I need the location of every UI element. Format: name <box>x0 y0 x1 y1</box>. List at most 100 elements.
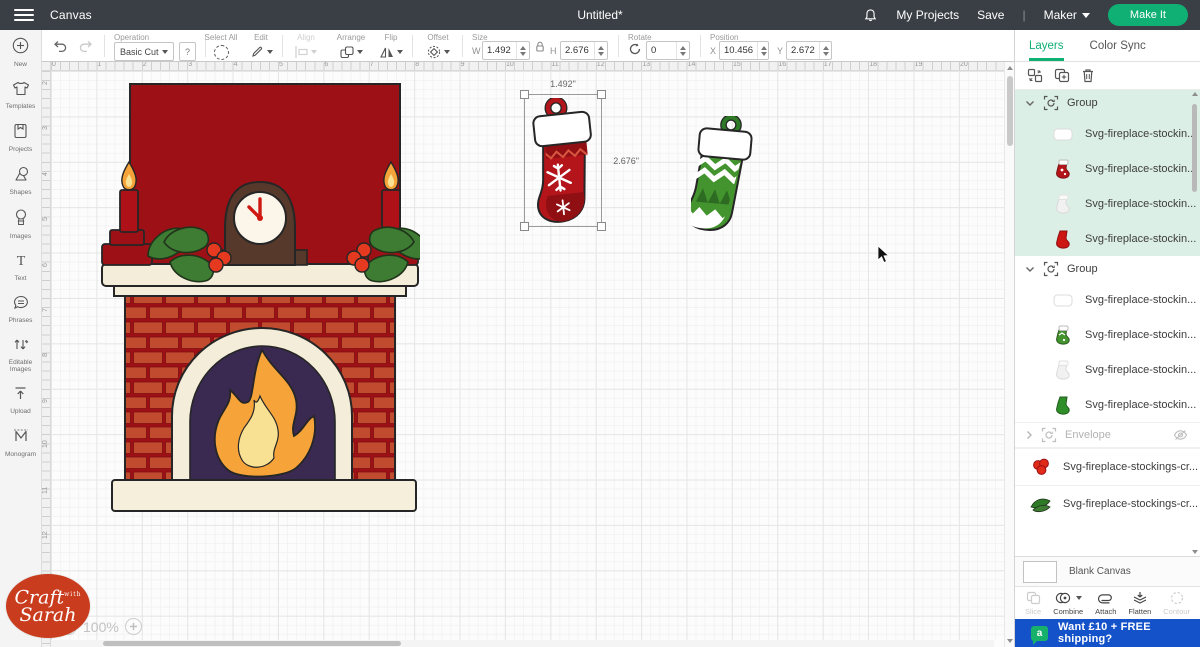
left-sidebar: New Templates Projects Shapes Images T T… <box>0 30 42 647</box>
layer-name: Svg-fireplace-stockin... <box>1085 328 1197 341</box>
attach-button[interactable]: Attach <box>1095 591 1116 616</box>
rotate-icon[interactable] <box>628 42 642 61</box>
position-x-input[interactable]: 10.456 <box>719 41 769 60</box>
notifications-bell-icon[interactable] <box>863 8 878 23</box>
design-canvas[interactable]: 0 1 2 3 4 5 6 7 8 9 10 11 12 13 14 15 16 17 18 19 20 2345678… <box>42 62 1004 647</box>
chevron-down-icon[interactable] <box>1025 99 1035 107</box>
rotate-stepper[interactable] <box>676 42 689 59</box>
ruler-number: 9 <box>460 62 465 68</box>
undo-icon[interactable] <box>52 38 68 59</box>
layers-scroll-down-arrow[interactable] <box>1192 550 1198 554</box>
height-input[interactable]: 2.676 <box>560 41 608 60</box>
edit-button[interactable]: Edit <box>244 33 278 64</box>
ungroup-icon[interactable] <box>1027 68 1043 83</box>
layers-scrollbar[interactable] <box>1191 92 1199 554</box>
sidebar-item-images[interactable]: Images <box>0 202 41 246</box>
layer-thumbnail-stocking-green-pattern <box>1051 325 1075 345</box>
visibility-off-icon[interactable] <box>1173 429 1188 441</box>
offset-button[interactable]: Offset <box>418 33 458 64</box>
arrange-button[interactable]: Arrange <box>328 33 374 64</box>
layer-row[interactable]: Svg-fireplace-stockin... <box>1015 186 1200 221</box>
sidebar-item-text[interactable]: T Text <box>0 246 41 288</box>
chevron-right-icon[interactable] <box>1025 430 1033 440</box>
layer-row[interactable]: Svg-fireplace-stockin... <box>1015 221 1200 256</box>
layer-group-header[interactable]: Group <box>1015 90 1200 116</box>
vertical-scrollbar[interactable] <box>1004 62 1014 647</box>
layer-group-header[interactable]: Group <box>1015 256 1200 282</box>
promo-banner[interactable]: a Want £10 + FREE shipping? <box>1015 619 1200 647</box>
width-input[interactable]: 1.492 <box>482 41 530 60</box>
position-y-stepper[interactable] <box>818 42 831 59</box>
layers-scroll-up-arrow[interactable] <box>1192 92 1198 96</box>
flip-button[interactable]: Flip <box>374 33 408 64</box>
make-it-button[interactable]: Make It <box>1107 4 1188 26</box>
sidebar-item-editable-images[interactable]: Editable Images <box>0 330 41 379</box>
position-y-input[interactable]: 2.672 <box>786 41 832 60</box>
vertical-scrollbar-thumb[interactable] <box>1007 76 1013 146</box>
sidebar-item-upload[interactable]: Upload <box>0 379 41 421</box>
duplicate-icon[interactable] <box>1054 68 1070 83</box>
attach-icon <box>1095 591 1116 606</box>
height-stepper[interactable] <box>594 42 607 59</box>
tab-layers[interactable]: Layers <box>1029 30 1064 61</box>
layers-scrollbar-thumb[interactable] <box>1192 104 1197 192</box>
layer-thumbnail-cuff-white <box>1051 290 1075 310</box>
layer-row[interactable]: Svg-fireplace-stockin... <box>1015 282 1200 317</box>
ruler-number: 2 <box>42 81 49 85</box>
layer-row[interactable]: Svg-fireplace-stockin... <box>1015 317 1200 352</box>
sidebar-item-shapes[interactable]: Shapes <box>0 159 41 202</box>
ruler-number: 2 <box>142 62 147 68</box>
red-stocking-artwork[interactable] <box>528 98 600 224</box>
green-stocking-artwork[interactable] <box>691 116 759 232</box>
fireplace-artwork[interactable] <box>100 80 420 516</box>
blank-canvas-row[interactable]: Blank Canvas <box>1015 556 1200 586</box>
layer-row[interactable]: Svg-fireplace-stockin... <box>1015 151 1200 186</box>
edit-toolbar: Operation Basic Cut ? Select All Edit Al… <box>42 30 1014 62</box>
sidebar-item-monogram[interactable]: Monogram <box>0 421 41 464</box>
size-lock-icon[interactable] <box>534 40 546 58</box>
save-link[interactable]: Save <box>977 8 1004 22</box>
height-value: 2.676 <box>565 45 589 56</box>
sidebar-item-new[interactable]: New <box>0 30 41 74</box>
scroll-down-arrow[interactable] <box>1007 639 1013 643</box>
position-x-stepper[interactable] <box>757 42 768 59</box>
chevron-down-icon[interactable] <box>1025 265 1035 273</box>
machine-selector[interactable]: Maker <box>1044 8 1090 22</box>
layer-row[interactable]: Svg-fireplace-stockin... <box>1015 352 1200 387</box>
combine-button[interactable]: Combine <box>1053 591 1083 616</box>
sidebar-item-projects[interactable]: Projects <box>0 116 41 159</box>
layer-thumbnail-stocking-red <box>1051 229 1075 249</box>
operation-help-button[interactable]: ? <box>179 42 196 61</box>
layer-name: Svg-fireplace-stockin... <box>1085 232 1197 245</box>
layer-row[interactable]: Svg-fireplace-stockin... <box>1015 387 1200 422</box>
hamburger-menu-icon[interactable] <box>14 9 34 21</box>
width-stepper[interactable] <box>516 42 529 59</box>
position-y-value: 2.672 <box>791 45 815 56</box>
layer-row[interactable]: Svg-fireplace-stockings-cr... <box>1015 485 1200 522</box>
my-projects-link[interactable]: My Projects <box>896 8 959 22</box>
tab-color-sync[interactable]: Color Sync <box>1090 30 1146 61</box>
delete-trash-icon[interactable] <box>1081 68 1095 83</box>
select-all-button[interactable]: Select All <box>198 33 244 65</box>
layer-thumbnail-stocking-faint <box>1051 194 1075 214</box>
ruler-number: 0 <box>52 62 56 68</box>
cricut-access-icon: a <box>1031 625 1048 645</box>
contour-icon <box>1163 591 1190 606</box>
blank-canvas-swatch[interactable] <box>1023 560 1057 583</box>
layer-thumbnail-holly-berries <box>1029 457 1053 477</box>
layer-group-header[interactable]: Envelope <box>1015 422 1200 448</box>
sidebar-item-templates[interactable]: Templates <box>0 74 41 116</box>
zoom-in-button[interactable] <box>124 618 142 635</box>
layer-row[interactable]: Svg-fireplace-stockings-cr... <box>1015 448 1200 485</box>
sidebar-item-label: Shapes <box>9 189 32 196</box>
sidebar-item-phrases[interactable]: Phrases <box>0 288 41 330</box>
scroll-up-arrow[interactable] <box>1007 66 1013 70</box>
rotate-input[interactable]: 0 <box>646 41 690 60</box>
operation-select[interactable]: Basic Cut <box>114 42 174 61</box>
flatten-button[interactable]: Flatten <box>1128 591 1151 616</box>
layer-row[interactable]: Svg-fireplace-stockin... <box>1015 116 1200 151</box>
horizontal-scrollbar-thumb[interactable] <box>103 641 401 646</box>
redo-icon[interactable] <box>78 38 94 59</box>
horizontal-scrollbar[interactable] <box>51 640 994 647</box>
layer-name: Svg-fireplace-stockin... <box>1085 162 1197 175</box>
